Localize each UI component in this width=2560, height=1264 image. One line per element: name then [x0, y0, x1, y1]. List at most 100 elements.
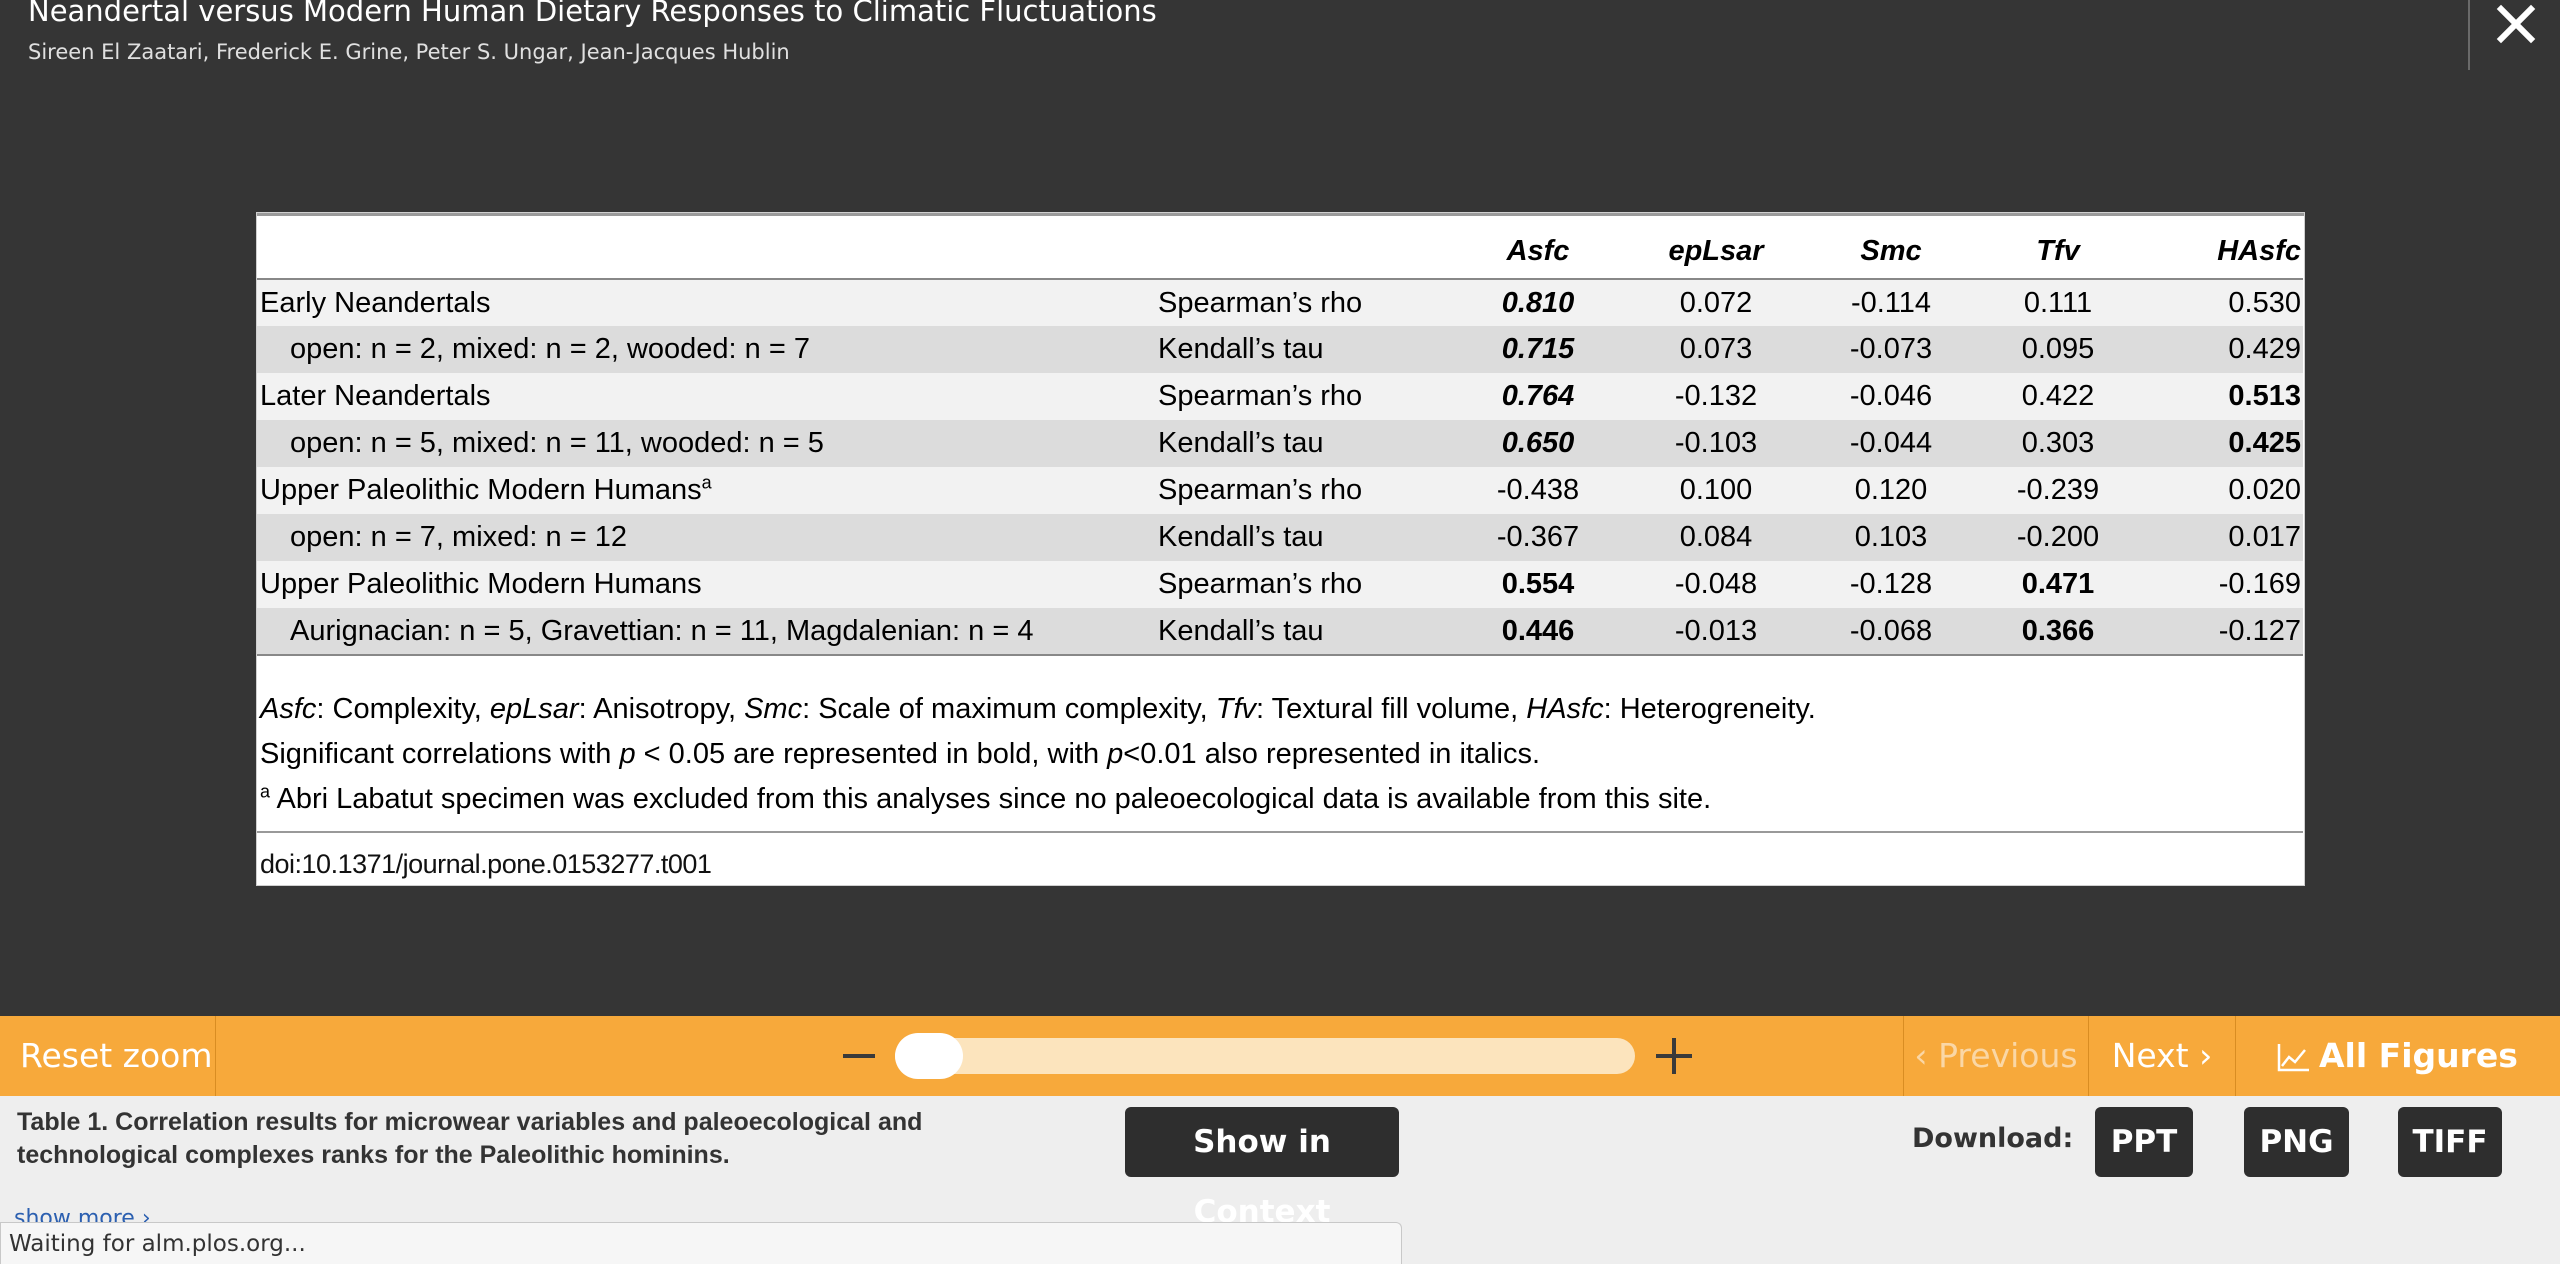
row-test: Spearman’s rho: [1155, 561, 1455, 608]
abbrev-desc: : Textural fill volume,: [1256, 693, 1527, 725]
cell-value: -0.048: [1621, 561, 1811, 608]
cell-value: 0.100: [1621, 467, 1811, 514]
cell-value: 0.120: [1811, 467, 1971, 514]
header-divider: [2468, 0, 2470, 70]
all-figures-button[interactable]: All Figures: [2237, 1016, 2560, 1096]
sig-p: p: [619, 738, 636, 770]
table-notes: Asfc: Complexity, epLsar: Anisotropy, Sm…: [260, 687, 1816, 822]
reset-zoom-button[interactable]: Reset zoom: [0, 1016, 216, 1096]
footnote: a Abri Labatut specimen was excluded fro…: [260, 777, 1816, 822]
cell-value: 0.366: [1971, 608, 2145, 656]
cell-value: 0.425: [2145, 420, 2303, 467]
zoom-in-icon[interactable]: [1656, 1038, 1692, 1074]
column-header: Asfc: [1455, 225, 1621, 280]
abbrev-term: Tfv: [1215, 693, 1257, 725]
row-label: Later Neandertals: [257, 373, 1155, 420]
figure-panel: Asfc epLsar Smc Tfv HAsfc Early Neandert…: [256, 212, 2305, 886]
line-chart-icon: [2277, 1044, 2309, 1072]
cell-value: 0.072: [1621, 279, 1811, 326]
doi-link[interactable]: doi:10.1371/journal.pone.0153277.t001: [260, 849, 712, 880]
abbrev-desc: : Scale of maximum complexity,: [802, 693, 1216, 725]
significance-note: Significant correlations with p < 0.05 a…: [260, 732, 1816, 777]
row-test: Spearman’s rho: [1155, 373, 1455, 420]
cell-value: 0.017: [2145, 514, 2303, 561]
table-row: Aurignacian: n = 5, Gravettian: n = 11, …: [257, 608, 2303, 656]
cell-value: -0.044: [1811, 420, 1971, 467]
cell-value: 0.073: [1621, 326, 1811, 373]
row-label: open: n = 7, mixed: n = 12: [257, 514, 1155, 561]
download-png-button[interactable]: PNG: [2244, 1107, 2349, 1177]
cell-value: 0.810: [1455, 279, 1621, 326]
download-tiff-button[interactable]: TIFF: [2398, 1107, 2502, 1177]
row-label: Aurignacian: n = 5, Gravettian: n = 11, …: [257, 608, 1155, 656]
header-empty-1: [257, 225, 1155, 280]
show-in-context-button[interactable]: Show in Context: [1125, 1107, 1399, 1230]
cell-value: 0.650: [1455, 420, 1621, 467]
cell-value: -0.367: [1455, 514, 1621, 561]
row-label: Upper Paleolithic Modern Humans: [260, 474, 702, 506]
close-icon: [2496, 4, 2536, 44]
table-header-row: Asfc epLsar Smc Tfv HAsfc: [257, 225, 2303, 280]
next-button[interactable]: Next ›: [2088, 1016, 2236, 1096]
row-label: Early Neandertals: [257, 279, 1155, 326]
row-label: open: n = 5, mixed: n = 11, wooded: n = …: [257, 420, 1155, 467]
abbrev-desc: : Heterogreneity.: [1603, 693, 1816, 725]
cell-value: 0.103: [1811, 514, 1971, 561]
zoom-out-icon[interactable]: [843, 1054, 875, 1058]
abbrev-term: HAsfc: [1526, 693, 1604, 725]
cell-value: -0.200: [1971, 514, 2145, 561]
notes-divider: [257, 831, 2303, 833]
all-figures-label: All Figures: [2319, 1036, 2518, 1075]
abbrev-desc: : Complexity,: [316, 693, 490, 725]
figure-caption: Table 1. Correlation results for microwe…: [17, 1108, 923, 1169]
download-ppt-button[interactable]: PPT: [2095, 1107, 2193, 1177]
table-row: Upper Paleolithic Modern Humans Spearman…: [257, 561, 2303, 608]
previous-button[interactable]: ‹ Previous: [1903, 1016, 2088, 1096]
zoom-slider-thumb[interactable]: [895, 1033, 963, 1079]
abbreviation-note: Asfc: Complexity, epLsar: Anisotropy, Sm…: [260, 687, 1816, 732]
table-row: Upper Paleolithic Modern Humansa Spearma…: [257, 467, 2303, 514]
table-row: open: n = 5, mixed: n = 11, wooded: n = …: [257, 420, 2303, 467]
footnote-marker: a: [260, 781, 271, 802]
cell-value: 0.422: [1971, 373, 2145, 420]
footnote-marker: a: [701, 472, 712, 493]
cell-value: 0.715: [1455, 326, 1621, 373]
cell-value: -0.169: [2145, 561, 2303, 608]
cell-value: -0.013: [1621, 608, 1811, 656]
sig-text: < 0.05 are represented in bold, with: [635, 738, 1108, 770]
sig-text: <0.01 also represented in italics.: [1123, 738, 1541, 770]
column-header: Smc: [1811, 225, 1971, 280]
zoom-slider-track[interactable]: [895, 1038, 1635, 1074]
header-empty-2: [1155, 225, 1455, 280]
table-row: Early Neandertals Spearman’s rho 0.810 0…: [257, 279, 2303, 326]
cell-value: 0.530: [2145, 279, 2303, 326]
sig-p: p: [1107, 738, 1124, 770]
abbrev-term: Asfc: [260, 693, 317, 725]
cell-value: -0.239: [1971, 467, 2145, 514]
cell-value: -0.068: [1811, 608, 1971, 656]
cell-value: 0.471: [1971, 561, 2145, 608]
figure-authors: Sireen El Zaatari, Frederick E. Grine, P…: [28, 40, 790, 64]
abbrev-term: Smc: [744, 693, 803, 725]
correlation-table: Asfc epLsar Smc Tfv HAsfc Early Neandert…: [257, 225, 2303, 656]
cell-value: -0.103: [1621, 420, 1811, 467]
figure-toolbar: Reset zoom ‹ Previous Next › All Figures: [0, 1016, 2560, 1096]
cell-value: -0.132: [1621, 373, 1811, 420]
cell-value: -0.127: [2145, 608, 2303, 656]
cell-value: 0.303: [1971, 420, 2145, 467]
cell-value: 0.429: [2145, 326, 2303, 373]
cell-value: -0.114: [1811, 279, 1971, 326]
row-label: Upper Paleolithic Modern Humans: [257, 561, 1155, 608]
cell-value: 0.020: [2145, 467, 2303, 514]
sig-text: Significant correlations with: [260, 738, 620, 770]
table-row: Later Neandertals Spearman’s rho 0.764 -…: [257, 373, 2303, 420]
cell-value: 0.446: [1455, 608, 1621, 656]
row-label-cell: Upper Paleolithic Modern Humansa: [257, 467, 1155, 514]
row-test: Spearman’s rho: [1155, 279, 1455, 326]
cell-value: -0.128: [1811, 561, 1971, 608]
row-test: Spearman’s rho: [1155, 467, 1455, 514]
cell-value: -0.073: [1811, 326, 1971, 373]
cell-value: 0.084: [1621, 514, 1811, 561]
close-button[interactable]: [2486, 0, 2546, 50]
cell-value: 0.554: [1455, 561, 1621, 608]
